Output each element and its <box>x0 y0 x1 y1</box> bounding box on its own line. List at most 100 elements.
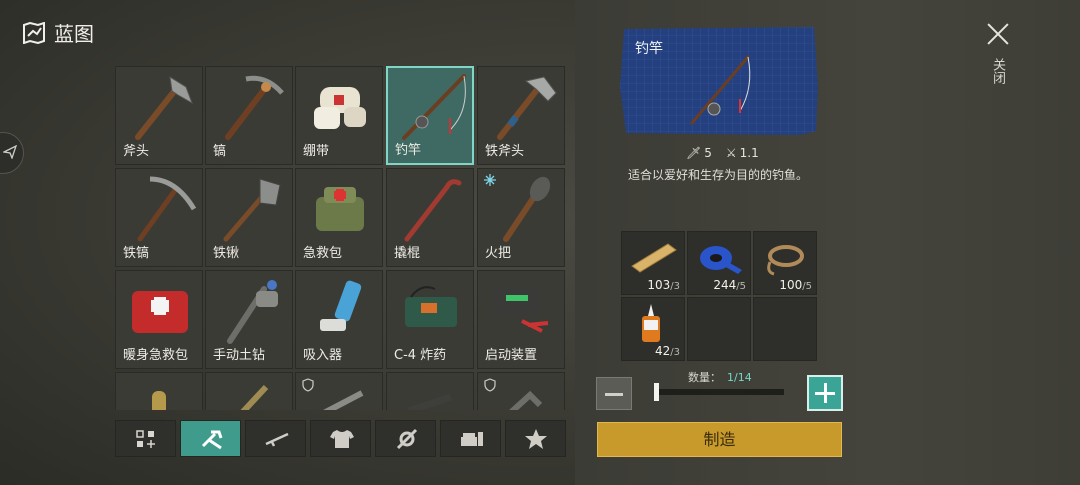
item-label: 吸入器 <box>303 348 343 363</box>
item-hand-auger[interactable]: 手动土钻 <box>205 270 293 369</box>
quantity-slider-knob[interactable] <box>654 383 659 401</box>
item-label: 绷带 <box>303 144 330 159</box>
item-iron-axe[interactable]: 铁斧头 <box>477 66 565 165</box>
item-first-aid-kit[interactable]: 急救包 <box>295 168 383 267</box>
craft-button[interactable]: 制造 <box>597 422 842 457</box>
item-label: 火把 <box>485 246 512 261</box>
item-stats: 🗡 5 ⚔ 1.1 <box>686 146 759 160</box>
iron-axe-icon <box>497 76 557 140</box>
item-label: 铁锹 <box>213 246 240 261</box>
item-warming-aid-kit[interactable]: 暖身急救包 <box>115 270 203 369</box>
item-label: 铁镐 <box>123 246 150 261</box>
close-label[interactable]: 关闭 <box>989 58 1005 84</box>
star-icon <box>525 429 547 449</box>
item-torch[interactable]: 火把 <box>477 168 565 267</box>
item-partial[interactable] <box>477 372 565 410</box>
item-shovel[interactable]: 铁锹 <box>205 168 293 267</box>
torch-icon <box>503 176 551 242</box>
quantity-label: 数量： 1/14 <box>688 371 752 384</box>
clothing-icon <box>330 430 354 448</box>
tool-icon <box>509 390 543 410</box>
item-label: 铁斧头 <box>485 144 525 159</box>
item-label: 撬棍 <box>394 246 421 261</box>
flare-icon <box>240 384 269 410</box>
inhaler-icon <box>320 280 362 331</box>
damage-icon: 🗡 <box>686 146 702 160</box>
preview-item-name: 钓竿 <box>635 41 663 57</box>
duct-tape-icon <box>700 246 742 274</box>
shovel-icon <box>223 178 281 242</box>
item-label: 启动装置 <box>485 348 538 363</box>
item-jump-starter[interactable]: 启动装置 <box>477 270 565 369</box>
medkit-icon <box>132 291 188 333</box>
tab-furniture[interactable] <box>440 420 501 457</box>
item-label: 钓竿 <box>395 143 422 158</box>
all-grid-icon <box>136 430 155 448</box>
tab-tools[interactable] <box>180 420 241 457</box>
wood-plank-icon <box>631 243 677 273</box>
item-description: 适合以爱好和生存为目的的钓鱼。 <box>627 168 808 182</box>
gun-icon <box>407 393 453 410</box>
item-preview: 钓竿 <box>620 27 818 135</box>
glue-icon <box>642 304 660 342</box>
item-partial[interactable] <box>386 372 474 410</box>
side-drawer-tab[interactable] <box>0 132 24 174</box>
tab-parts[interactable] <box>375 420 436 457</box>
parts-icon <box>396 428 418 450</box>
item-label: 暖身急救包 <box>123 348 189 363</box>
bandage-icon <box>314 87 366 129</box>
speed-stat: ⚔ 1.1 <box>725 146 759 160</box>
quantity-slider-track[interactable] <box>657 389 784 395</box>
material-slot[interactable]: 244/5 <box>687 231 751 295</box>
blueprint-icon <box>23 21 45 44</box>
bullet-icon <box>152 391 166 410</box>
tools-icon <box>201 430 223 450</box>
auger-icon <box>227 280 278 344</box>
item-c4[interactable]: C-4 炸药 <box>386 270 474 369</box>
weapons-icon <box>265 432 289 447</box>
material-slot-empty <box>753 297 817 361</box>
jump-starter-icon <box>494 287 549 333</box>
blueprint-grid: 斧头 镐 绷带 钓竿 铁斧头 铁镐 铁锹 急救包 撬棍 火把 暖身急救包 手动土… <box>115 66 567 410</box>
item-fishing-rod[interactable]: 钓竿 <box>386 66 474 165</box>
iron-pickaxe-icon <box>137 176 197 242</box>
material-slot[interactable]: 42/3 <box>621 297 685 361</box>
damage-stat: 🗡 5 <box>686 146 712 160</box>
speed-icon: ⚔ <box>725 146 737 160</box>
tab-weapons[interactable] <box>245 420 306 457</box>
first-aid-bag-icon <box>316 187 364 231</box>
fishing-rod-icon <box>402 74 466 140</box>
tab-clothing[interactable] <box>310 420 371 457</box>
tab-all[interactable] <box>115 420 176 457</box>
decrease-quantity-button[interactable] <box>596 377 632 410</box>
tab-favorites[interactable] <box>505 420 566 457</box>
quantity-value: 1/14 <box>727 371 752 384</box>
c4-explosive-icon <box>405 286 457 327</box>
crowbar-icon <box>404 179 462 242</box>
pickaxe-icon <box>225 75 284 140</box>
item-partial[interactable] <box>295 372 383 410</box>
page-header: 蓝图 <box>22 18 94 47</box>
page-title: 蓝图 <box>54 22 94 46</box>
item-partial[interactable] <box>115 372 203 410</box>
item-partial[interactable] <box>205 372 293 410</box>
item-bandage[interactable]: 绷带 <box>295 66 383 165</box>
item-label: 急救包 <box>303 246 343 261</box>
material-slot-empty <box>687 297 751 361</box>
rope-icon <box>767 245 804 276</box>
material-slot[interactable]: 103/3 <box>621 231 685 295</box>
item-inhaler[interactable]: 吸入器 <box>295 270 383 369</box>
material-slot[interactable]: 100/5 <box>753 231 817 295</box>
axe-icon <box>135 76 193 140</box>
item-pickaxe[interactable]: 镐 <box>205 66 293 165</box>
item-label: 镐 <box>213 144 227 159</box>
close-icon[interactable] <box>986 22 1010 46</box>
item-label: 手动土钻 <box>213 348 266 363</box>
increase-quantity-button[interactable] <box>807 375 843 411</box>
item-label: C-4 炸药 <box>394 348 447 363</box>
furniture-icon <box>461 432 483 446</box>
item-iron-pickaxe[interactable]: 铁镐 <box>115 168 203 267</box>
item-crowbar[interactable]: 撬棍 <box>386 168 474 267</box>
item-axe[interactable]: 斧头 <box>115 66 203 165</box>
chainsaw-icon <box>323 390 364 410</box>
